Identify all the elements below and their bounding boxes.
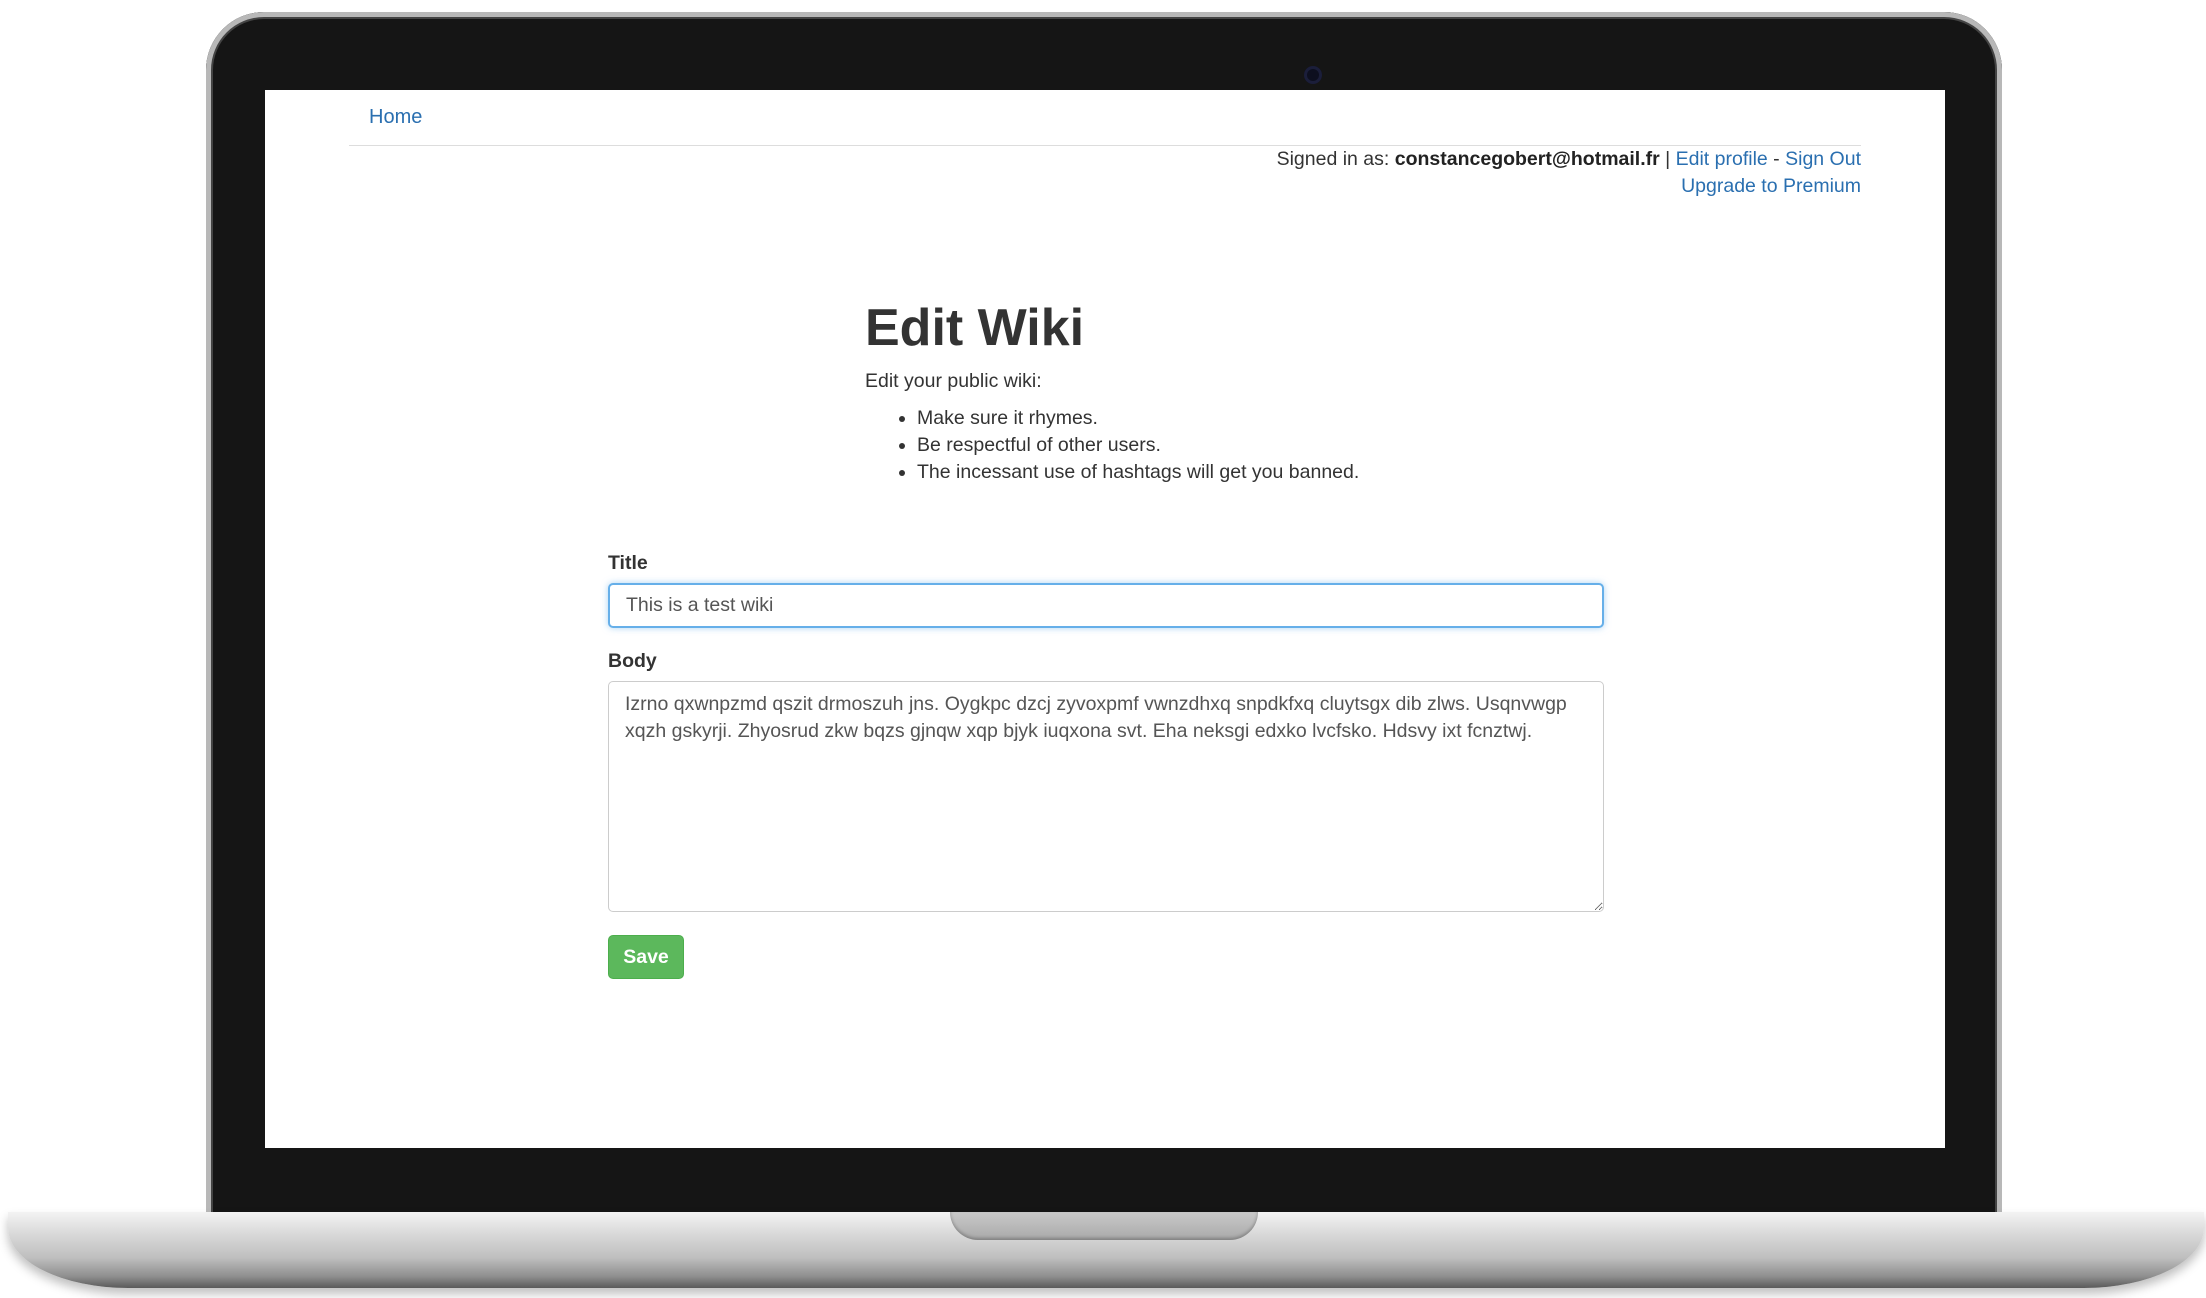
separator-dash: - [1767, 148, 1786, 170]
save-button[interactable]: Save [608, 935, 684, 979]
rules-list: Make sure it rhymes. Be respectful of ot… [865, 405, 1565, 486]
laptop-lid-notch [950, 1212, 1258, 1240]
separator-bar: | [1659, 148, 1676, 170]
intro-text: Edit your public wiki: [865, 370, 1042, 392]
top-navbar: Home [349, 90, 1861, 146]
page-title: Edit Wiki [865, 299, 1085, 357]
user-email: constancegobert@hotmail.fr [1394, 148, 1660, 170]
upgrade-line: Upgrade to Premium [1277, 173, 1861, 200]
body-label: Body [608, 650, 657, 672]
edit-wiki-form: Title Body Izrno qxwnpzmd qszit drmoszuh… [608, 552, 1604, 979]
account-bar: Signed in as: constancegobert@hotmail.fr… [1277, 146, 1861, 200]
edit-profile-link[interactable]: Edit profile [1676, 148, 1768, 170]
nav-home-link[interactable]: Home [369, 106, 422, 129]
title-input[interactable] [608, 583, 1604, 628]
rule-item: Be respectful of other users. [917, 432, 1565, 459]
title-label: Title [608, 552, 648, 574]
device-mockup: Home Signed in as: constancegobert@hotma… [0, 0, 2206, 1298]
webcam-icon [1304, 66, 1322, 84]
browser-viewport: Home Signed in as: constancegobert@hotma… [265, 90, 1945, 1148]
rule-item: Make sure it rhymes. [917, 405, 1565, 432]
sign-out-link[interactable]: Sign Out [1785, 148, 1861, 170]
signed-in-prefix: Signed in as: [1276, 148, 1395, 170]
page-header: Edit Wiki Edit your public wiki: Make su… [865, 298, 1565, 486]
upgrade-premium-link[interactable]: Upgrade to Premium [1681, 175, 1861, 197]
rule-item: The incessant use of hashtags will get y… [917, 459, 1565, 486]
account-line: Signed in as: constancegobert@hotmail.fr… [1277, 146, 1861, 173]
body-textarea[interactable]: Izrno qxwnpzmd qszit drmoszuh jns. Oygkp… [608, 681, 1604, 912]
form-actions: Save [608, 935, 1604, 979]
